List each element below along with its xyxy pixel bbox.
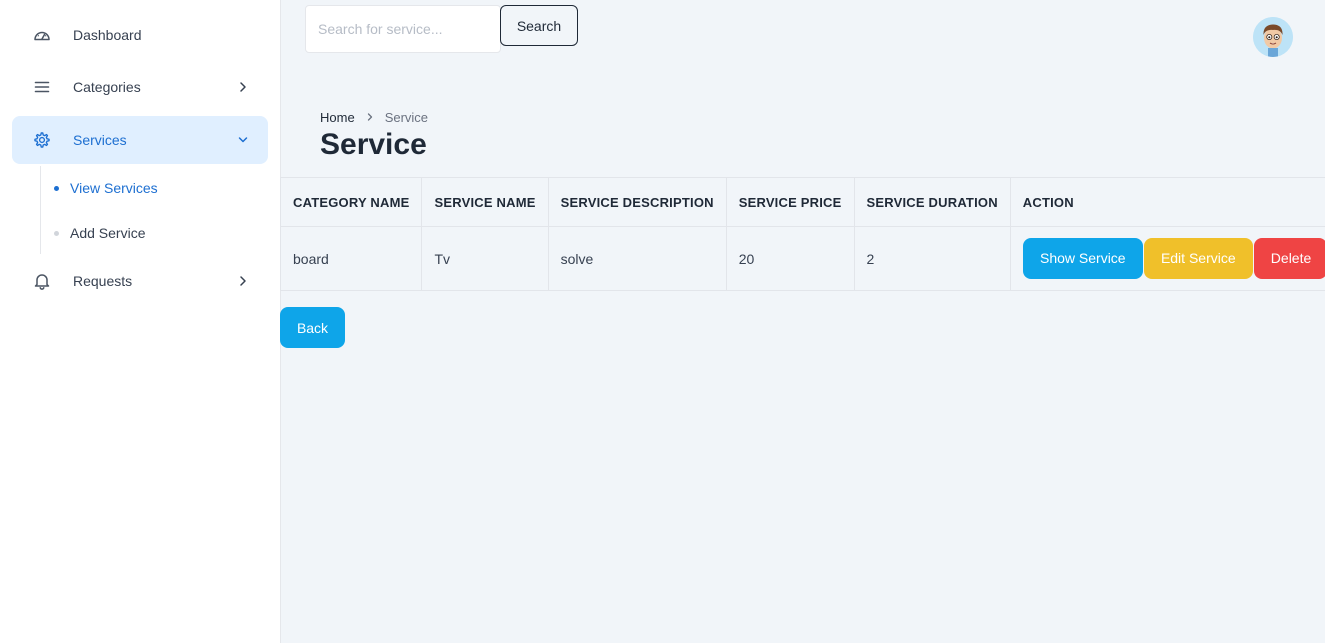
delete-button[interactable]: Delete [1253, 238, 1325, 279]
submenu-item-add-service[interactable]: Add Service [54, 225, 145, 241]
bell-icon [32, 271, 52, 291]
column-header-action: ACTION [1009, 177, 1325, 227]
chevron-right-icon [365, 110, 375, 125]
column-header-category: CATEGORY NAME [279, 177, 423, 227]
cell-description: solve [547, 226, 727, 291]
cell-actions: Show Service Edit Service Delete [1009, 226, 1325, 291]
table-row: board Tv solve 20 2 Show Service Edit Ser… [279, 226, 1325, 291]
cell-duration: 2 [853, 226, 1011, 291]
cell-category: board [279, 226, 423, 291]
table-header-row: CATEGORY NAME SERVICE NAME SERVICE DESCR… [279, 177, 1325, 227]
sidebar-item-label: Dashboard [73, 27, 142, 43]
edit-service-button[interactable]: Edit Service [1143, 238, 1253, 279]
submenu-item-view-services[interactable]: View Services [54, 180, 158, 196]
column-header-description: SERVICE DESCRIPTION [547, 177, 727, 227]
chevron-right-icon [236, 274, 250, 288]
bullet-icon [54, 230, 59, 236]
chevron-down-icon [236, 133, 250, 147]
breadcrumb-home-link[interactable]: Home [320, 110, 355, 125]
services-table: CATEGORY NAME SERVICE NAME SERVICE DESCR… [279, 177, 1325, 291]
show-service-button[interactable]: Show Service [1022, 238, 1143, 279]
submenu-divider [40, 166, 41, 254]
sidebar-item-label: Categories [73, 79, 141, 95]
search-input[interactable] [305, 5, 501, 53]
page-title: Service [320, 128, 427, 161]
column-header-service-name: SERVICE NAME [421, 177, 549, 227]
sidebar-item-dashboard[interactable]: Dashboard [12, 11, 268, 59]
gauge-icon [32, 25, 52, 45]
search-button[interactable]: Search [500, 5, 578, 46]
breadcrumb-current: Service [384, 110, 429, 125]
sidebar-item-label: Requests [73, 273, 133, 289]
user-avatar-icon [1253, 17, 1293, 57]
column-header-duration: SERVICE DURATION [853, 177, 1011, 227]
breadcrumb: Home Service [320, 110, 428, 125]
submenu-item-label: Add Service [70, 225, 146, 241]
sidebar-item-categories[interactable]: Categories [12, 63, 268, 111]
chevron-right-icon [236, 80, 250, 94]
sidebar-item-services[interactable]: Services [12, 116, 268, 164]
gear-icon [32, 130, 52, 150]
cell-service-name: Tv [421, 226, 549, 291]
back-button[interactable]: Back [280, 307, 345, 348]
sidebar: Dashboard Categories Services View Servi… [0, 0, 281, 643]
sidebar-item-label: Services [73, 132, 127, 148]
sidebar-item-requests[interactable]: Requests [12, 257, 268, 305]
column-header-price: SERVICE PRICE [725, 177, 855, 227]
list-icon [32, 77, 52, 97]
bullet-icon [54, 185, 59, 191]
avatar[interactable] [1253, 17, 1293, 57]
submenu-item-label: View Services [70, 180, 158, 196]
cell-price: 20 [725, 226, 855, 291]
